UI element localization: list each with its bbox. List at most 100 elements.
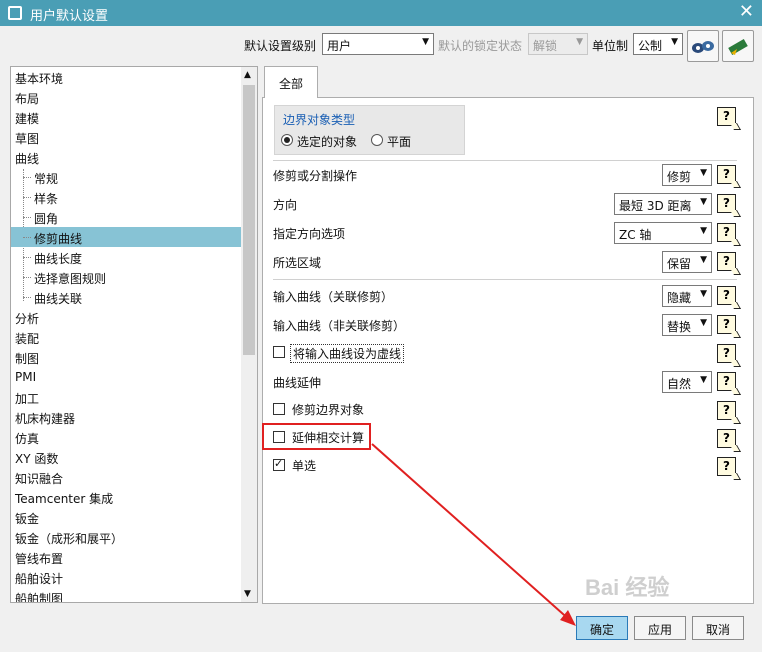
- scroll-down-icon[interactable]: ▼: [244, 589, 251, 599]
- help-icon[interactable]: ?: [717, 344, 736, 363]
- input-assoc-select[interactable]: 隐藏 ▼: [662, 285, 712, 307]
- tree-item[interactable]: 装配: [11, 327, 241, 347]
- tree-item[interactable]: 钣金（成形和展平）: [11, 527, 241, 547]
- help-icon[interactable]: ?: [717, 252, 736, 271]
- scroll-up-icon[interactable]: ▲: [244, 70, 251, 80]
- tree-item[interactable]: PMI: [11, 367, 241, 387]
- level-select[interactable]: 用户 ▼: [322, 33, 434, 55]
- highlight-box: [262, 423, 371, 450]
- radio-plane[interactable]: [371, 134, 383, 146]
- help-icon[interactable]: ?: [717, 429, 736, 448]
- tree-item[interactable]: 建模: [11, 107, 241, 127]
- tree-scrollbar[interactable]: ▲ ▼: [241, 67, 257, 602]
- radio-selected-object[interactable]: [281, 134, 293, 146]
- chevron-down-icon: ▼: [700, 255, 707, 265]
- apply-button[interactable]: 应用: [634, 616, 686, 640]
- tree-item[interactable]: 船舶制图: [11, 587, 241, 602]
- tree-item[interactable]: 曲线: [11, 147, 241, 167]
- tree-item[interactable]: 基本环境: [11, 67, 241, 87]
- unit-select[interactable]: 公制 ▼: [633, 33, 683, 55]
- select-value: 修剪: [667, 170, 692, 184]
- tree-item[interactable]: 知识融合: [11, 467, 241, 487]
- single-label: 单选: [292, 459, 317, 473]
- help-icon[interactable]: ?: [717, 315, 736, 334]
- help-icon[interactable]: ?: [717, 401, 736, 420]
- lock-value: 解锁: [533, 39, 558, 53]
- trim-op-label: 修剪或分割操作: [273, 169, 358, 183]
- tree-item[interactable]: 钣金: [11, 507, 241, 527]
- tree-item[interactable]: 草图: [11, 127, 241, 147]
- chevron-down-icon: ▼: [700, 168, 707, 178]
- window-title: 用户默认设置: [30, 9, 109, 24]
- ok-button[interactable]: 确定: [576, 616, 628, 640]
- title-bar: 用户默认设置 ✕: [0, 0, 762, 26]
- level-label: 默认设置级别: [244, 39, 317, 53]
- tree-item[interactable]: 船舶设计: [11, 567, 241, 587]
- direction-select[interactable]: 最短 3D 距离 ▼: [614, 193, 712, 215]
- help-icon[interactable]: ?: [717, 286, 736, 305]
- chevron-down-icon: ▼: [700, 226, 707, 236]
- tree-item[interactable]: 加工: [11, 387, 241, 407]
- chevron-down-icon: ▼: [671, 37, 678, 47]
- help-icon[interactable]: ?: [717, 194, 736, 213]
- chevron-down-icon: ▼: [700, 318, 707, 328]
- lock-label: 默认的锁定状态: [438, 39, 523, 53]
- select-value: 保留: [667, 257, 692, 271]
- manage-button[interactable]: [687, 30, 719, 62]
- single-checkbox[interactable]: [273, 457, 285, 471]
- select-value: 最短 3D 距离: [619, 199, 692, 213]
- tree-item[interactable]: 管线布置: [11, 547, 241, 567]
- radio-label: 选定的对象: [297, 135, 358, 149]
- direction-label: 方向: [273, 198, 298, 212]
- dashed-label: 将输入曲线设为虚线: [290, 344, 405, 363]
- help-icon[interactable]: ?: [717, 165, 736, 184]
- help-icon[interactable]: ?: [717, 372, 736, 391]
- tree-subitem[interactable]: 样条: [11, 187, 241, 207]
- tree-item[interactable]: 布局: [11, 87, 241, 107]
- dir-option-select[interactable]: ZC 轴 ▼: [614, 222, 712, 244]
- tree-item[interactable]: 机床构建器: [11, 407, 241, 427]
- select-value: 替换: [667, 320, 692, 334]
- tab-all[interactable]: 全部: [264, 66, 318, 98]
- extension-label: 曲线延伸: [273, 376, 322, 390]
- tree-subitem[interactable]: 选择意图规则: [11, 267, 241, 287]
- lock-select[interactable]: 解锁 ▼: [528, 33, 588, 55]
- tree-item[interactable]: 制图: [11, 347, 241, 367]
- migrate-button[interactable]: [722, 30, 754, 62]
- divider: [273, 160, 737, 161]
- chevron-down-icon: ▼: [576, 37, 583, 47]
- input-nonassoc-select[interactable]: 替换 ▼: [662, 314, 712, 336]
- migrate-icon: [728, 39, 748, 55]
- cancel-button[interactable]: 取消: [692, 616, 744, 640]
- group-title: 边界对象类型: [283, 113, 356, 127]
- tree-subitem[interactable]: 曲线关联: [11, 287, 241, 307]
- manage-icon: [692, 41, 714, 53]
- trim-boundary-checkbox[interactable]: [273, 403, 285, 415]
- tree-item[interactable]: XY 函数: [11, 447, 241, 467]
- radio-label: 平面: [387, 135, 412, 149]
- tree-subitem[interactable]: 曲线长度: [11, 247, 241, 267]
- dir-option-label: 指定方向选项: [273, 227, 346, 241]
- region-select[interactable]: 保留 ▼: [662, 251, 712, 273]
- scrollbar-thumb[interactable]: [243, 85, 255, 355]
- help-icon[interactable]: ?: [717, 457, 736, 476]
- extension-select[interactable]: 自然 ▼: [662, 371, 712, 393]
- select-value: ZC 轴: [619, 228, 652, 242]
- category-tree[interactable]: 基本环境 布局 建模 草图 曲线 常规 样条 圆角 修剪曲线 曲线长度 选择意图…: [10, 66, 258, 603]
- trim-op-select[interactable]: 修剪 ▼: [662, 164, 712, 186]
- close-button[interactable]: ✕: [739, 2, 754, 22]
- select-value: 自然: [667, 377, 692, 391]
- divider: [273, 279, 737, 280]
- tree-item[interactable]: 仿真: [11, 427, 241, 447]
- tree-subitem[interactable]: 圆角: [11, 207, 241, 227]
- trim-boundary-label: 修剪边界对象: [292, 403, 365, 417]
- help-icon[interactable]: ?: [717, 107, 736, 126]
- tree-item[interactable]: 分析: [11, 307, 241, 327]
- tree-subitem[interactable]: 常规: [11, 167, 241, 187]
- tree-item[interactable]: Teamcenter 集成: [11, 487, 241, 507]
- help-icon[interactable]: ?: [717, 223, 736, 242]
- dashed-checkbox[interactable]: [273, 346, 285, 358]
- chevron-down-icon: ▼: [700, 197, 707, 207]
- chevron-down-icon: ▼: [700, 375, 707, 385]
- tree-subitem-selected[interactable]: 修剪曲线: [11, 227, 241, 247]
